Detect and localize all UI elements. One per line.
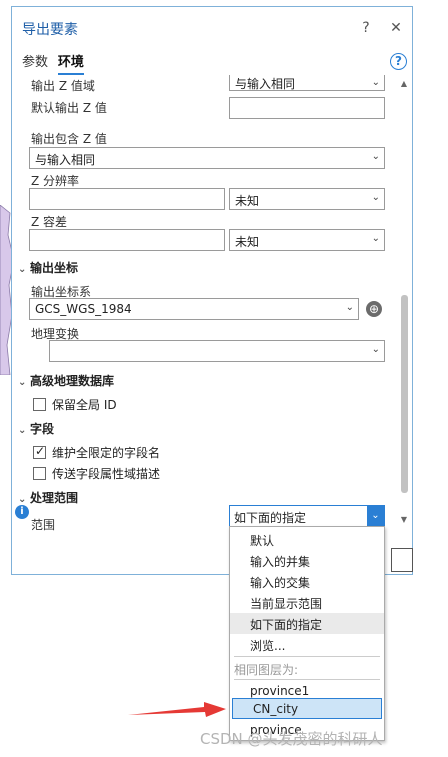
transfer-domain-descriptions-checkbox[interactable]: 传送字段属性域描述 xyxy=(33,465,160,482)
z-tolerance-unit-select[interactable]: 未知 ⌄ xyxy=(229,229,385,251)
chevron-down-icon: ⌄ xyxy=(18,425,27,436)
dropdown-option[interactable]: 默认 xyxy=(230,529,384,550)
checkbox-box[interactable] xyxy=(33,444,46,459)
chevron-down-icon: ⌄ xyxy=(18,377,27,388)
z-tolerance-input[interactable] xyxy=(29,229,225,251)
dropdown-group-header: 相同图层为: xyxy=(234,663,299,677)
vertical-scrollbar[interactable]: ▲ ▼ xyxy=(399,75,409,531)
section-processing-extent[interactable]: ⌄ 处理范围 xyxy=(18,489,78,506)
checkbox-box[interactable] xyxy=(33,398,46,411)
tab-parameters[interactable]: 参数 xyxy=(22,51,48,73)
dropdown-option[interactable]: 浏览... xyxy=(230,634,384,655)
geoprocessing-pane: 导出要素 ? ✕ 参数 环境 ? 输出 Z 值域 与输入相同 ⌄ 默认输出 Z 值… xyxy=(11,6,413,575)
checkbox-box[interactable] xyxy=(33,467,46,480)
output-z-domain-select[interactable]: 与输入相同 ⌄ xyxy=(229,75,385,91)
dropdown-option-highlighted[interactable]: 如下面的指定 xyxy=(230,613,384,634)
watermark: CSDN @头发茂密的科研人 xyxy=(200,730,383,748)
tab-bar: 参数 环境 xyxy=(22,51,90,75)
globe-icon[interactable]: ⊕ xyxy=(366,301,382,317)
help-button[interactable]: ? xyxy=(357,19,375,37)
output-has-z-select[interactable]: 与输入相同 ⌄ xyxy=(29,147,385,169)
output-z-domain-label: 输出 Z 值域 xyxy=(31,79,95,93)
annotation-arrow xyxy=(128,702,226,717)
z-resolution-label: Z 分辨率 xyxy=(31,174,80,188)
chevron-down-icon: ⌄ xyxy=(18,264,27,275)
question-icon[interactable]: ? xyxy=(390,53,407,70)
extent-dropdown-menu: 默认 输入的并集 输入的交集 当前显示范围 如下面的指定 浏览... 相同图层为… xyxy=(229,526,385,741)
chevron-down-icon[interactable]: ⌄ xyxy=(367,506,384,526)
dropdown-option[interactable]: 输入的交集 xyxy=(230,571,384,592)
default-output-z-input[interactable] xyxy=(229,97,385,119)
output-has-z-label: 输出包含 Z 值 xyxy=(31,132,107,146)
maintain-qualified-names-checkbox[interactable]: 维护全限定的字段名 xyxy=(33,444,160,461)
z-resolution-input[interactable] xyxy=(29,188,225,210)
section-advanced-geodatabase[interactable]: ⌄ 高级地理数据库 xyxy=(18,372,114,389)
default-output-z-label: 默认输出 Z 值 xyxy=(31,101,107,115)
section-output-coordinates[interactable]: ⌄ 输出坐标 xyxy=(18,259,78,276)
scroll-down-icon[interactable]: ▼ xyxy=(399,515,409,527)
close-button[interactable]: ✕ xyxy=(387,19,405,37)
scrollbar-thumb[interactable] xyxy=(401,295,408,493)
dropdown-separator xyxy=(234,679,380,680)
environments-list: 输出 Z 值域 与输入相同 ⌄ 默认输出 Z 值 输出包含 Z 值 与输入相同 ⌄ … xyxy=(12,75,398,535)
dropdown-layer-option-selected[interactable]: CN_city xyxy=(232,698,382,719)
section-fields[interactable]: ⌄ 字段 xyxy=(18,420,54,437)
pane-header: 导出要素 ? ✕ xyxy=(12,7,412,45)
output-coordinate-system-select[interactable]: GCS_WGS_1984 ⌄ xyxy=(29,298,359,320)
dropdown-separator xyxy=(234,656,380,657)
scroll-up-icon[interactable]: ▲ xyxy=(399,79,409,91)
dropdown-option[interactable]: 当前显示范围 xyxy=(230,592,384,613)
info-icon: i xyxy=(15,505,29,519)
preserve-global-id-checkbox[interactable]: 保留全局 ID xyxy=(33,396,117,413)
geographic-transform-select[interactable]: ⌄ xyxy=(49,340,385,362)
pane-title: 导出要素 xyxy=(22,22,78,38)
z-tolerance-label: Z 容差 xyxy=(31,215,68,229)
chevron-down-icon: ⌄ xyxy=(18,494,27,505)
extent-select[interactable]: 如下面的指定 ⌄ xyxy=(229,505,385,527)
dropdown-option[interactable]: 输入的并集 xyxy=(230,550,384,571)
run-button-partial[interactable] xyxy=(391,548,413,572)
tab-environments[interactable]: 环境 xyxy=(57,51,84,75)
extent-label: 范围 xyxy=(31,518,56,532)
z-resolution-unit-select[interactable]: 未知 ⌄ xyxy=(229,188,385,210)
